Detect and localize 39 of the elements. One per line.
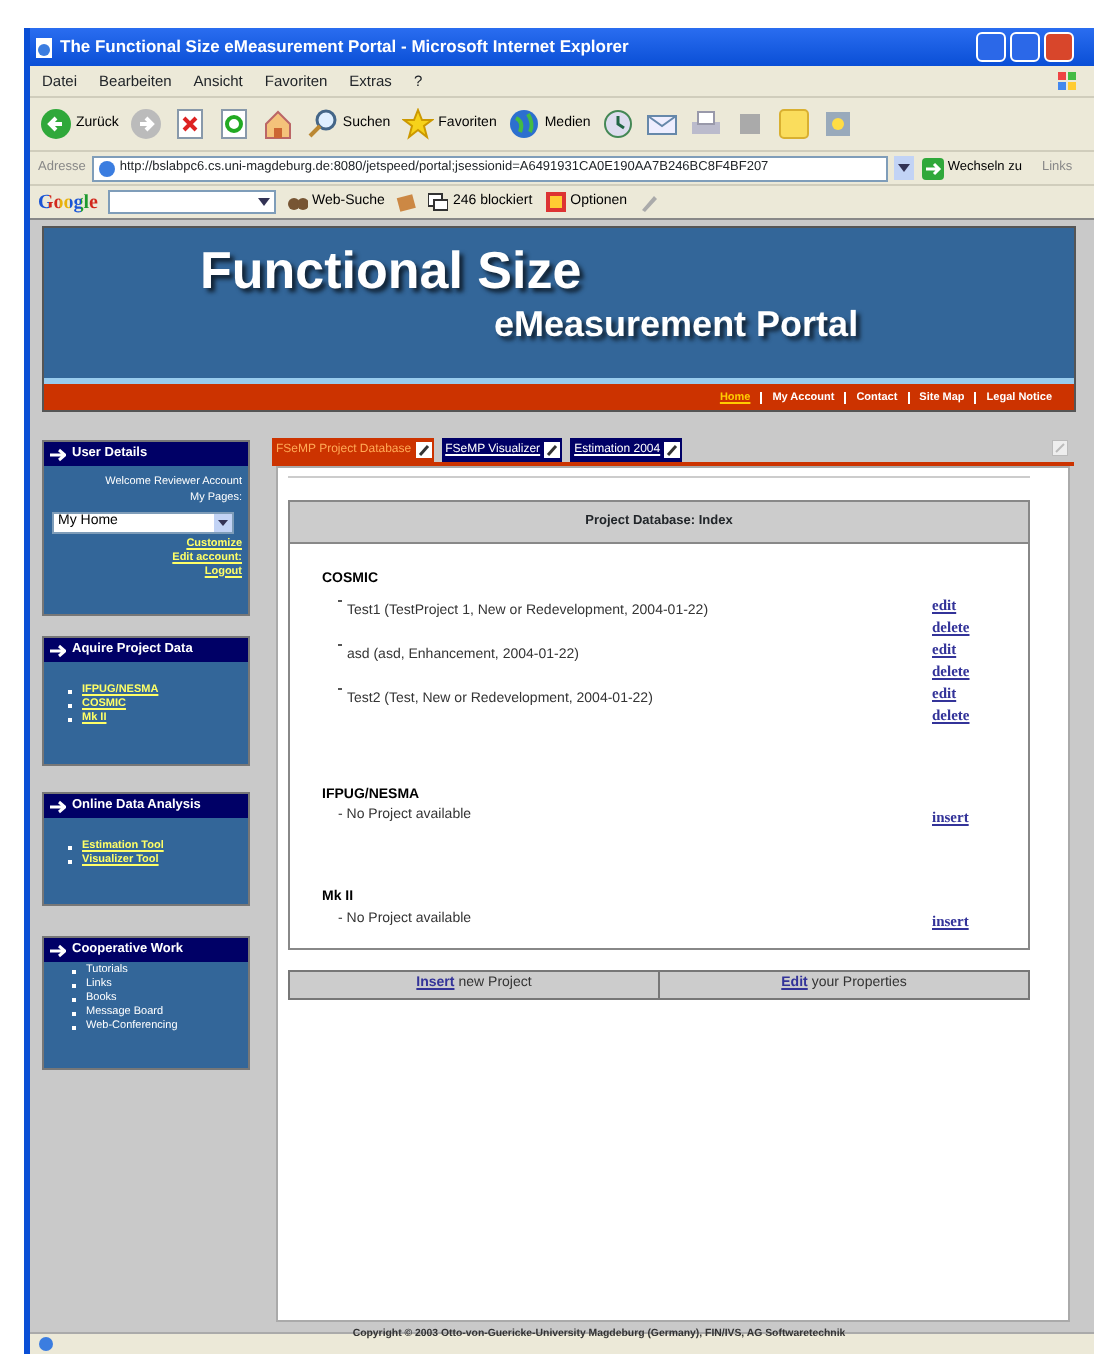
print-button[interactable] xyxy=(688,108,725,140)
options-icon xyxy=(546,192,567,212)
printer-icon xyxy=(690,108,723,140)
pencil-icon xyxy=(544,442,561,458)
history-icon xyxy=(602,108,635,140)
windows-flag-icon xyxy=(1058,71,1078,91)
globe-icon xyxy=(508,108,541,140)
page-icon xyxy=(38,1335,54,1351)
history-button[interactable] xyxy=(600,108,637,140)
portal-title: Functional Size xyxy=(200,244,584,296)
refresh-button[interactable] xyxy=(216,108,253,140)
windows-icon xyxy=(428,192,449,212)
search-field[interactable] xyxy=(108,190,276,214)
minimize-button[interactable] xyxy=(976,32,1006,62)
portal-subtitle: eMeasurement Portal xyxy=(494,306,861,342)
ie-page-icon xyxy=(34,37,54,57)
arrow-icon xyxy=(50,447,66,461)
pencil-icon xyxy=(415,442,432,458)
binoculars-icon xyxy=(288,192,308,212)
ie-page-icon xyxy=(97,159,116,177)
notes-button[interactable] xyxy=(776,108,813,140)
star-icon xyxy=(402,108,435,140)
refresh-icon xyxy=(218,108,251,140)
pencil-icon xyxy=(664,442,681,458)
stop-button[interactable] xyxy=(172,108,209,140)
search-icon xyxy=(306,108,339,140)
window-title: The Functional Size eMeasurement Portal - Microsoft Internet Explorer xyxy=(60,34,629,60)
maximize-button[interactable] xyxy=(1010,32,1040,62)
home-icon xyxy=(262,108,295,140)
note-icon xyxy=(778,108,811,140)
arrow-icon xyxy=(50,799,66,813)
arrow-icon xyxy=(50,643,66,657)
dropdown-arrow-icon xyxy=(214,513,232,531)
home-button[interactable] xyxy=(260,108,297,140)
close-button[interactable] xyxy=(1044,32,1074,62)
stop-icon xyxy=(174,108,207,140)
arrow-icon xyxy=(50,943,66,957)
go-arrow-icon xyxy=(921,157,944,179)
pencil-icon[interactable] xyxy=(639,193,658,211)
